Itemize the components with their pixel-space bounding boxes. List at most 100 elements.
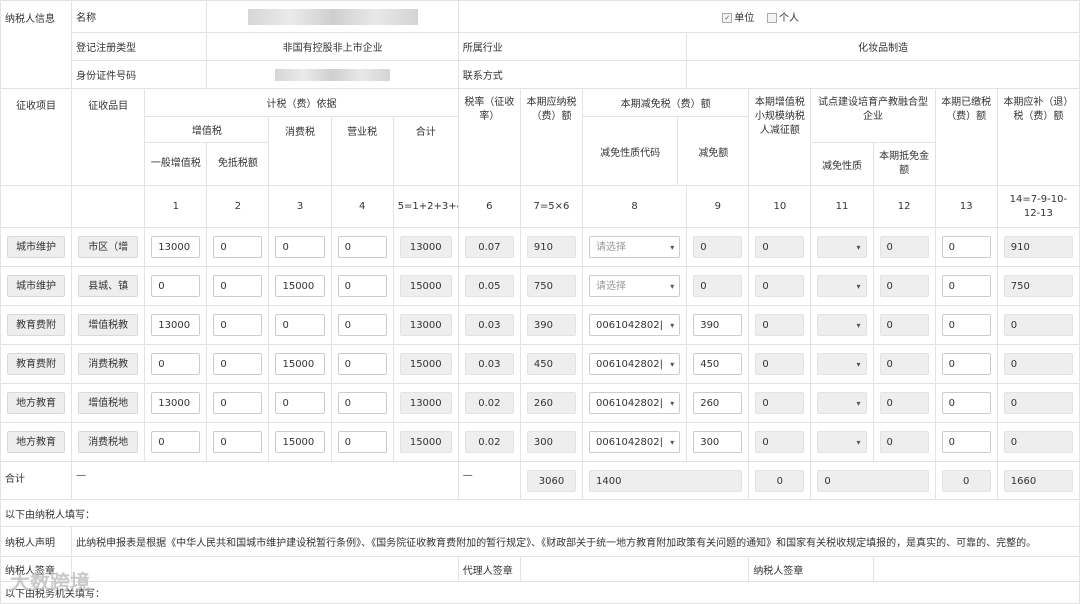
chevron-down-icon: ▾: [856, 243, 861, 252]
pilot-code-select[interactable]: ▾: [817, 275, 867, 297]
total-value: 15000: [399, 353, 452, 375]
item-button[interactable]: 教育费附: [7, 353, 66, 375]
vat-general-input[interactable]: 0: [151, 275, 201, 297]
small-scale-value: 0: [755, 353, 805, 375]
rate-value: 0.07: [464, 236, 514, 258]
reduction-code-select[interactable]: 0061042802| ▾: [589, 353, 681, 375]
reduction-amount-input[interactable]: 390: [693, 314, 743, 336]
business-input[interactable]: 0: [337, 275, 387, 297]
chevron-down-icon: ▾: [670, 399, 675, 408]
vat-general-input[interactable]: 13000: [151, 392, 201, 414]
paid-input[interactable]: 0: [941, 353, 991, 375]
refund-value: 0: [1003, 353, 1073, 375]
total-value: 13000: [399, 392, 452, 414]
vat-exempt-input[interactable]: 0: [213, 236, 263, 258]
taxpayer-fill-heading: 以下由纳税人填写：: [0, 499, 1080, 527]
pilot-code-select[interactable]: ▾: [817, 236, 867, 258]
business-input[interactable]: 0: [337, 353, 387, 375]
vat-general-input[interactable]: 0: [151, 431, 201, 453]
reduction-subheader: 减免性质代码 减免额: [583, 117, 748, 185]
vat-exempt-input[interactable]: 0: [213, 431, 263, 453]
payable-value: 450: [526, 353, 577, 375]
subitem-button[interactable]: 消费税教: [78, 353, 139, 375]
vat-exempt-input[interactable]: 0: [213, 392, 263, 414]
item-button[interactable]: 地方教育: [7, 431, 66, 453]
item-button[interactable]: 教育费附: [7, 314, 66, 336]
reduction-code-select[interactable]: 0061042802| ▾: [589, 392, 681, 414]
total-payable: 3060: [526, 469, 577, 492]
reduction-code-value: 0061042802|: [596, 437, 664, 448]
unit-checkbox[interactable]: ✓ 单位: [722, 13, 754, 24]
paid-input[interactable]: 0: [941, 392, 991, 414]
totals-row: 合计 — — 3060 1400 0 0 0 1660: [0, 461, 1080, 500]
chevron-down-icon: ▾: [670, 321, 675, 330]
paid-input[interactable]: 0: [941, 275, 991, 297]
item-button[interactable]: 地方教育: [7, 392, 66, 414]
total-reduction: 1400: [589, 469, 743, 492]
business-input[interactable]: 0: [337, 314, 387, 336]
total-refund: 1660: [1003, 469, 1073, 492]
redacted-id: [275, 68, 391, 81]
consumption-input[interactable]: 15000: [275, 431, 325, 453]
vat-general-input[interactable]: 0: [151, 353, 201, 375]
col-num: 1: [144, 185, 208, 228]
col-num: 4: [330, 185, 394, 228]
consumption-input[interactable]: 15000: [275, 275, 325, 297]
chevron-down-icon: ▾: [856, 321, 861, 330]
header-rate: 税率（征收率）: [457, 88, 521, 186]
reduction-amount-input: 0: [693, 275, 743, 297]
business-input[interactable]: 0: [337, 236, 387, 258]
vat-exempt-input[interactable]: 0: [213, 275, 263, 297]
subitem-button[interactable]: 县城、镇: [78, 275, 139, 297]
refund-value: 0: [1003, 431, 1073, 453]
reduction-code-select[interactable]: 请选择 ▾: [589, 275, 681, 297]
vat-general-input[interactable]: 13000: [151, 236, 201, 258]
business-input[interactable]: 0: [337, 392, 387, 414]
reduction-code-value: 请选择: [596, 242, 627, 253]
small-scale-value: 0: [755, 431, 805, 453]
entity-type-options: ✓ 单位 个人: [457, 0, 1080, 33]
vat-exempt-input[interactable]: 0: [213, 353, 263, 375]
table-row: 地方教育 增值税地 13000 0 0 0 13000 0.02 260 0061042802| ▾…: [0, 383, 1080, 423]
rate-value: 0.02: [464, 392, 514, 414]
subitem-button[interactable]: 市区（增: [78, 236, 139, 258]
contact-value: [686, 60, 1080, 89]
paid-input[interactable]: 0: [941, 431, 991, 453]
item-button[interactable]: 城市维护: [7, 275, 66, 297]
checked-icon: ✓: [722, 13, 733, 23]
subitem-button[interactable]: 增值税地: [78, 392, 139, 414]
header-total: 合计: [392, 116, 459, 186]
reduction-amount-input[interactable]: 300: [693, 431, 743, 453]
consumption-input[interactable]: 0: [275, 392, 325, 414]
reduction-code-select[interactable]: 0061042802| ▾: [589, 314, 681, 336]
pilot-code-select[interactable]: ▾: [817, 431, 867, 453]
data-rows: 城市维护 市区（增 13000 0 0 0 13000 0.07 910 请选择 ▾ 0 0 ▾ 0 0 910…: [0, 227, 1080, 462]
reg-type-value: 非国有控股非上市企业: [206, 32, 459, 61]
vat-exempt-input[interactable]: 0: [213, 314, 263, 336]
business-input[interactable]: 0: [337, 431, 387, 453]
vat-general-input[interactable]: 13000: [151, 314, 201, 336]
item-button[interactable]: 城市维护: [7, 236, 66, 258]
consumption-input[interactable]: 0: [275, 314, 325, 336]
subitem-button[interactable]: 增值税教: [78, 314, 139, 336]
reduction-code-select[interactable]: 请选择 ▾: [589, 236, 681, 258]
consumption-input[interactable]: 0: [275, 236, 325, 258]
col-num: 10: [748, 185, 812, 228]
subitem-button[interactable]: 消费税地: [78, 431, 139, 453]
reduction-amount-input[interactable]: 260: [693, 392, 743, 414]
consumption-input[interactable]: 15000: [275, 353, 325, 375]
industry-value: 化妆品制造: [686, 32, 1080, 61]
pilot-code-select[interactable]: ▾: [817, 392, 867, 414]
table-row: 地方教育 消费税地 0 0 15000 0 15000 0.02 300 0061042802| ▾…: [0, 422, 1080, 462]
paid-input[interactable]: 0: [941, 236, 991, 258]
totals-rate-dash: —: [457, 461, 521, 500]
paid-input[interactable]: 0: [941, 314, 991, 336]
pilot-code-select[interactable]: ▾: [817, 353, 867, 375]
reduction-code-select[interactable]: 0061042802| ▾: [589, 431, 681, 453]
reduction-amount-input: 0: [693, 236, 743, 258]
individual-checkbox[interactable]: 个人: [767, 13, 799, 24]
pilot-credit-value: 0: [879, 236, 929, 258]
authority-fill-heading: 以下由税务机关填写：: [0, 581, 1080, 604]
reduction-amount-input[interactable]: 450: [693, 353, 743, 375]
pilot-code-select[interactable]: ▾: [817, 314, 867, 336]
